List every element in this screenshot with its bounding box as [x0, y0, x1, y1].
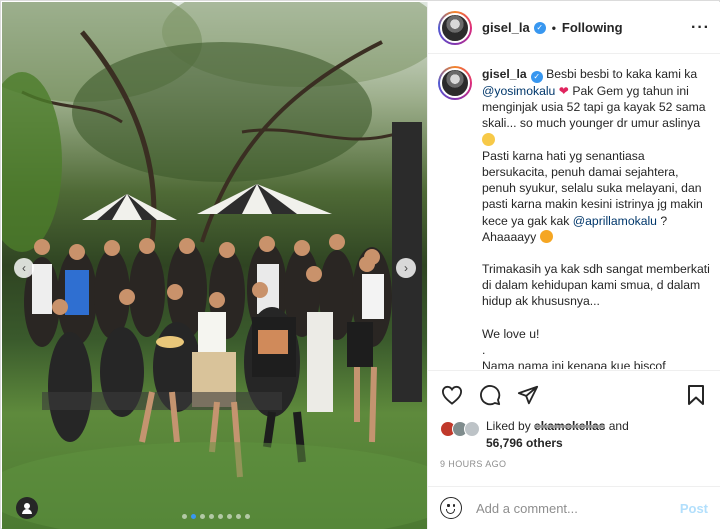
caption-text: gisel_la ✓ Besbi besbi to kaka kami ka @y…	[482, 66, 710, 369]
chevron-left-icon: ‹	[22, 261, 26, 275]
user-tag-icon	[22, 503, 32, 514]
caption-line: Nama nama ini kenapa kue biscof	[482, 359, 666, 369]
share-button[interactable]	[516, 383, 540, 407]
emoji-icon	[482, 132, 495, 146]
liked-by-prefix: Liked by	[486, 419, 535, 433]
carousel-indicator	[182, 514, 250, 519]
liker-avatars	[440, 421, 480, 437]
verified-badge-icon: ✓	[533, 21, 546, 34]
avatar-image	[440, 68, 470, 98]
emoji-icon	[539, 229, 553, 243]
comment-input[interactable]	[476, 500, 680, 516]
avatar-image	[440, 12, 470, 43]
liker-avatar	[464, 421, 480, 437]
redaction-mark	[534, 425, 606, 428]
heart-icon	[441, 385, 463, 405]
post-comment-button[interactable]: Post	[680, 501, 708, 516]
post-timestamp[interactable]: 9 HOURS AGO	[440, 459, 506, 469]
username-link[interactable]: gisel_la	[482, 20, 530, 35]
verified-badge-icon: ✓	[530, 71, 543, 83]
instagram-post: ‹ › gisel_la ✓ • Following ··· gisel_la ✓…	[0, 0, 720, 529]
liked-by-user-link[interactable]: ekamokellas	[534, 418, 606, 435]
bookmark-icon	[688, 384, 704, 405]
caption-avatar[interactable]	[438, 66, 472, 100]
carousel-dot	[245, 514, 250, 519]
more-options-icon[interactable]: ···	[691, 19, 710, 37]
post-header: gisel_la ✓ • Following ···	[428, 2, 720, 54]
like-button[interactable]	[440, 383, 464, 407]
group-photo-illustration	[2, 2, 427, 529]
save-button[interactable]	[684, 383, 708, 407]
caption-line: .	[482, 342, 486, 357]
carousel-dot	[182, 514, 187, 519]
likes-text: Liked by ekamokellas and 56,796 others	[486, 418, 629, 452]
post-photo[interactable]: ‹ ›	[2, 2, 427, 529]
mention-link[interactable]: @aprillamokalu	[573, 214, 657, 228]
caption-line: We love u!	[482, 326, 540, 341]
following-button[interactable]: Following	[562, 20, 623, 35]
likes-summary: Liked by ekamokellas and 56,796 others	[440, 418, 716, 452]
avatar[interactable]	[438, 10, 472, 45]
carousel-dot	[236, 514, 241, 519]
likes-connector: and	[605, 419, 629, 433]
chevron-right-icon: ›	[404, 261, 408, 275]
paper-plane-icon	[517, 385, 539, 404]
carousel-dot	[191, 514, 196, 519]
mention-link[interactable]: @yosimokalu	[482, 84, 555, 98]
caption-username[interactable]: gisel_la	[482, 67, 527, 81]
user-tag-button[interactable]	[16, 497, 38, 519]
action-bar	[428, 370, 720, 418]
separator-dot: •	[551, 20, 556, 35]
carousel-dot	[209, 514, 214, 519]
smile-icon[interactable]	[440, 497, 462, 519]
carousel-dot	[227, 514, 232, 519]
heart-emoji-icon: ❤	[558, 84, 569, 98]
post-side-panel: gisel_la ✓ • Following ··· gisel_la ✓ Bes…	[427, 2, 720, 529]
carousel-dot	[200, 514, 205, 519]
caption-line: Trimakasih ya kak sdh sangat memberkati …	[482, 262, 710, 309]
carousel-dot	[218, 514, 223, 519]
caption-line: Besbi besbi to kaka kami ka	[542, 67, 698, 81]
likes-count-link[interactable]: 56,796 others	[486, 436, 563, 450]
comment-bar: Post	[428, 486, 720, 529]
next-slide-button[interactable]: ›	[396, 258, 416, 278]
caption-section: gisel_la ✓ Besbi besbi to kaka kami ka @y…	[428, 55, 720, 369]
comment-icon	[480, 384, 501, 405]
comment-button[interactable]	[478, 383, 502, 407]
previous-slide-button[interactable]: ‹	[14, 258, 34, 278]
